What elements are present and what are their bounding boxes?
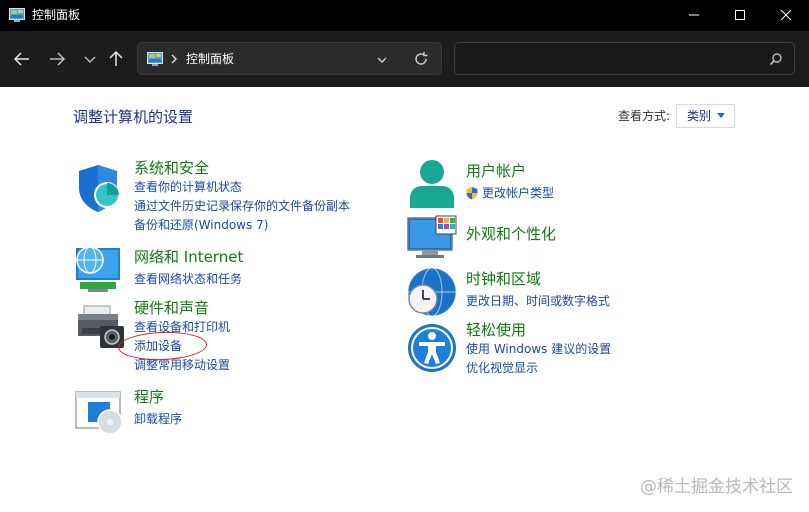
search-input[interactable] <box>454 42 795 75</box>
link-mobility-settings[interactable]: 调整常用移动设置 <box>134 358 230 373</box>
close-button[interactable] <box>763 0 809 31</box>
link-backup-restore[interactable]: 备份和还原(Windows 7) <box>134 218 268 233</box>
maximize-icon <box>735 10 745 20</box>
link-optimize-visual[interactable]: 优化视觉显示 <box>466 361 538 376</box>
category-title-user-accounts[interactable]: 用户帐户 <box>466 162 526 180</box>
appearance-monitor-icon[interactable] <box>406 214 458 266</box>
shield-icon[interactable] <box>74 162 126 214</box>
link-change-account-type[interactable]: 更改帐户类型 <box>482 186 554 201</box>
watermark: @稀土掘金技术社区 <box>640 477 793 497</box>
close-icon <box>780 9 792 21</box>
view-by-dropdown[interactable]: 类别 <box>676 104 735 128</box>
accessibility-icon[interactable] <box>406 322 458 374</box>
network-globe-icon[interactable] <box>74 244 126 296</box>
chevron-right-icon[interactable] <box>169 51 179 67</box>
category-title-clock-region[interactable]: 时钟和区域 <box>466 270 541 288</box>
address-breadcrumb[interactable]: 控制面板 <box>186 51 234 67</box>
category-title-network[interactable]: 网络和 Internet <box>134 248 243 266</box>
link-windows-recommended[interactable]: 使用 Windows 建议的设置 <box>466 342 611 357</box>
category-title-programs[interactable]: 程序 <box>134 388 164 406</box>
printer-camera-icon[interactable] <box>74 302 126 354</box>
control-panel-icon <box>9 8 25 22</box>
clock-globe-icon[interactable] <box>406 266 458 318</box>
refresh-icon[interactable] <box>413 51 429 67</box>
link-file-history-backup[interactable]: 通过文件历史记录保存你的文件备份副本 <box>134 199 350 214</box>
chevron-down-icon[interactable] <box>78 47 102 71</box>
address-bar[interactable]: 控制面板 <box>137 42 442 75</box>
page-title: 调整计算机的设置 <box>73 108 194 126</box>
category-title-hardware[interactable]: 硬件和声音 <box>134 299 209 317</box>
control-panel-icon <box>147 52 163 66</box>
maximize-button[interactable] <box>717 0 763 31</box>
arrow-left-icon[interactable] <box>10 47 34 71</box>
navigation-bar: 控制面板 <box>0 31 809 87</box>
category-title-ease-of-access[interactable]: 轻松使用 <box>466 321 526 339</box>
view-by-value[interactable]: 类别 <box>687 109 711 123</box>
window-title: 控制面板 <box>32 8 81 22</box>
category-title-system-security[interactable]: 系统和安全 <box>134 159 209 177</box>
link-view-computer-status[interactable]: 查看你的计算机状态 <box>134 180 242 195</box>
uac-shield-icon <box>466 187 478 200</box>
link-add-device[interactable]: 添加设备 <box>134 339 182 354</box>
dropdown-arrow-icon <box>717 113 725 118</box>
arrow-up-icon[interactable] <box>104 47 128 71</box>
minimize-button[interactable] <box>671 0 717 31</box>
link-change-date-time[interactable]: 更改日期、时间或数字格式 <box>466 294 610 309</box>
user-account-icon[interactable] <box>406 158 458 210</box>
arrow-right-icon[interactable] <box>45 47 69 71</box>
link-view-network-status[interactable]: 查看网络状态和任务 <box>134 272 242 287</box>
link-devices-printers[interactable]: 查看设备和打印机 <box>134 320 230 335</box>
category-title-appearance[interactable]: 外观和个性化 <box>466 225 556 243</box>
chevron-down-icon[interactable] <box>375 53 389 67</box>
link-uninstall-program[interactable]: 卸载程序 <box>134 412 182 427</box>
programs-icon[interactable] <box>74 388 126 440</box>
search-icon[interactable] <box>769 52 783 66</box>
title-bar: 控制面板 <box>0 0 809 31</box>
view-by-label: 查看方式: <box>618 109 671 123</box>
minimize-icon <box>689 14 699 16</box>
